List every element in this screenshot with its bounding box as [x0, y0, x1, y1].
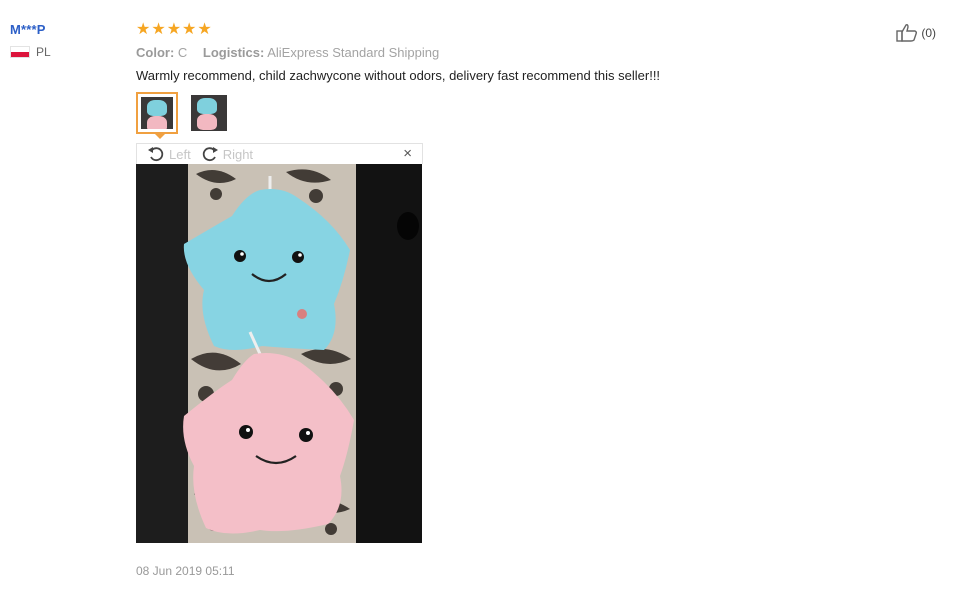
reviewer-info: M***P PL	[10, 22, 51, 59]
thumbnail-image	[141, 97, 173, 129]
thumbs-up-icon	[896, 24, 918, 42]
photo-thumbnails	[136, 92, 936, 139]
review-date: 08 Jun 2019 05:11	[136, 564, 235, 578]
color-value: C	[177, 45, 188, 60]
star-rating: ★ ★ ★ ★ ★	[136, 22, 936, 38]
viewer-toolbar: Left Right ×	[136, 143, 423, 164]
selected-caret	[154, 133, 166, 139]
order-info: Color: C Logistics: AliExpress Standard …	[136, 45, 936, 60]
rotate-right-label: Right	[222, 146, 254, 162]
reviewer-name: M***P	[10, 22, 46, 37]
thumbnail-image	[191, 95, 227, 131]
logistics-value: AliExpress Standard Shipping	[267, 45, 440, 60]
star-icon: ★	[151, 21, 166, 38]
star-icon: ★	[197, 21, 212, 38]
helpful-count: (0)	[921, 25, 936, 40]
rotate-left-icon	[148, 147, 164, 162]
rotate-right-button[interactable]: Right	[201, 146, 253, 162]
review-body: ★ ★ ★ ★ ★ Color: C Logistics: AliExpress…	[136, 22, 936, 543]
close-icon[interactable]: ×	[403, 145, 412, 162]
reviewer-country: PL	[10, 45, 51, 59]
flag-pl-icon	[10, 46, 30, 58]
helpful-button[interactable]: (0)	[896, 23, 936, 42]
logistics-label: Logistics:	[202, 45, 265, 60]
rotate-left-label: Left	[169, 146, 191, 162]
photo-viewer: Left Right ×	[136, 143, 423, 543]
star-icon: ★	[166, 21, 182, 38]
rotate-left-button[interactable]: Left	[147, 146, 191, 162]
review-photo	[136, 164, 422, 543]
star-icon: ★	[136, 21, 151, 38]
rotate-right-icon	[202, 147, 218, 162]
photo-thumbnail[interactable]	[136, 92, 178, 139]
color-label: Color:	[136, 45, 175, 60]
review-photo-image	[136, 164, 422, 543]
star-icon: ★	[182, 21, 197, 38]
photo-thumbnail[interactable]	[188, 92, 230, 134]
country-code: PL	[36, 45, 51, 59]
review-text: Warmly recommend, child zachwycone witho…	[136, 68, 661, 83]
